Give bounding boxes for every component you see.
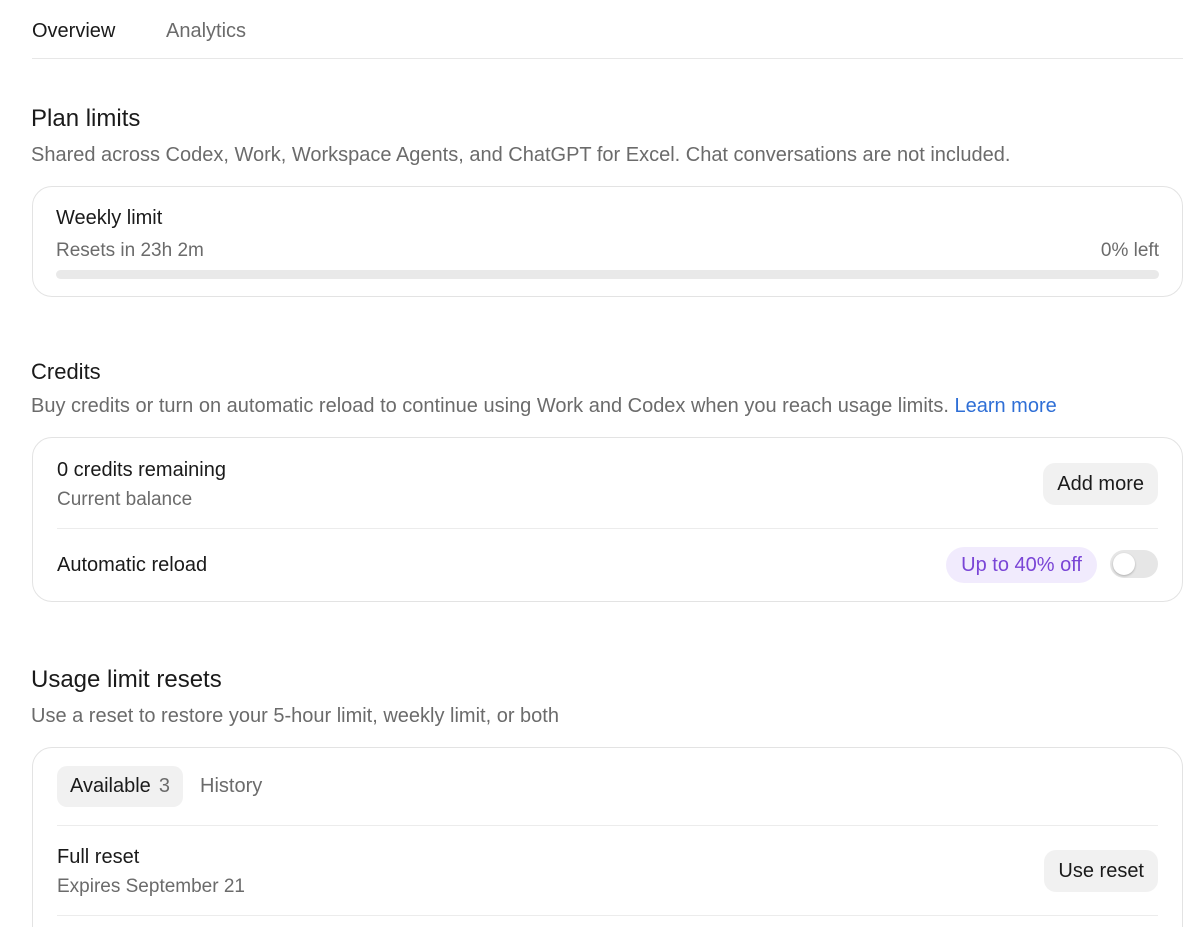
use-reset-button[interactable]: Use reset [1044,850,1158,892]
current-balance-label: Current balance [57,489,193,510]
reset-item-title: Full reset [57,846,140,868]
tab-analytics[interactable]: Analytics [166,20,246,43]
plan-limits-description: Shared across Codex, Work, Workspace Age… [31,144,1011,166]
usage-settings-page: Overview Analytics Plan limits Shared ac… [0,0,1200,927]
tab-history[interactable]: History [200,766,262,807]
reset-item-expiry: Expires September 21 [57,876,245,897]
resets-divider [57,825,1158,826]
tab-available-label: Available [70,775,151,797]
discount-badge: Up to 40% off [946,547,1097,583]
credits-description: Buy credits or turn on automatic reload … [31,395,1057,418]
credits-remaining: 0 credits remaining [57,459,226,481]
usage-resets-description: Use a reset to restore your 5-hour limit… [31,705,559,727]
usage-resets-card: Available 3 History Full reset Expires Se… [32,747,1183,927]
weekly-limit-title: Weekly limit [56,207,163,229]
plan-limits-heading: Plan limits [31,105,141,132]
tab-available[interactable]: Available 3 [57,766,183,807]
automatic-reload-toggle[interactable] [1110,550,1158,578]
weekly-limit-progress-bar [56,270,1159,279]
weekly-limit-card: Weekly limit Resets in 23h 2m 0% left [32,186,1183,297]
resets-divider [57,915,1158,916]
automatic-reload-label: Automatic reload [57,554,208,576]
weekly-limit-reset-time: Resets in 23h 2m [56,240,204,261]
top-tabs: Overview Analytics [32,0,1183,59]
toggle-knob [1113,553,1135,575]
available-count: 3 [158,775,170,797]
usage-resets-heading: Usage limit resets [31,666,222,693]
add-more-button[interactable]: Add more [1043,463,1158,505]
learn-more-link[interactable]: Learn more [954,395,1056,417]
weekly-limit-remaining: 0% left [1100,240,1159,261]
credits-heading: Credits [31,359,101,384]
tab-overview[interactable]: Overview [32,20,115,43]
credits-description-text: Buy credits or turn on automatic reload … [31,395,949,417]
credits-divider [57,528,1158,529]
credits-card: 0 credits remaining Current balance Add … [32,437,1183,602]
